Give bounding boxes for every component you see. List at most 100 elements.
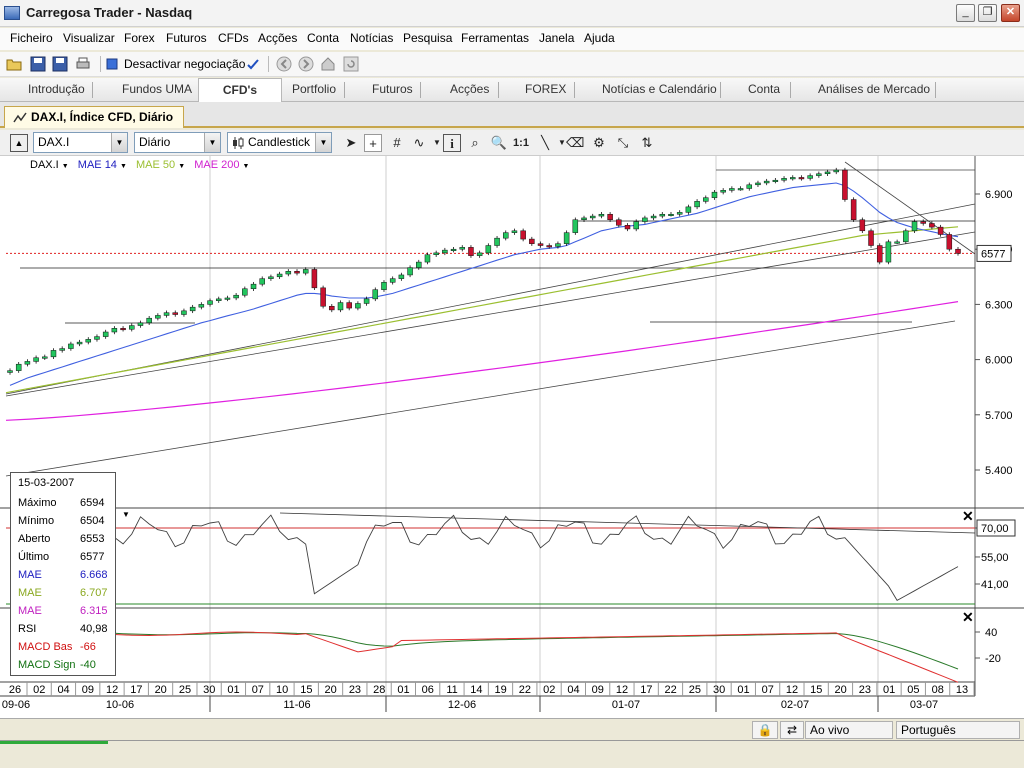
tab-noticias-calendario[interactable]: Notícias e Calendário (602, 82, 717, 96)
trendline (5, 320, 956, 477)
indicators-icon[interactable]: ∿ (410, 134, 428, 152)
candle-up (155, 315, 161, 319)
candle-up (94, 336, 100, 340)
close-rsi-panel-icon[interactable]: ✕ (962, 508, 974, 525)
menu-futuros[interactable]: Futuros (166, 31, 207, 45)
window-titlebar: Carregosa Trader - Nasdaq _ ❐ ✕ (0, 0, 1024, 27)
candle-up (50, 350, 57, 358)
chart-area[interactable]: 6.9006.6006.3006.0005.7005.400657770,005… (0, 156, 1024, 718)
legend-symbol[interactable]: DAX.I ▼ (30, 159, 69, 171)
chevron-down-icon: ▼ (178, 163, 186, 170)
zoom-area-icon[interactable]: ⌕ (466, 134, 484, 152)
candle-down (937, 226, 944, 235)
close-macd-panel-icon[interactable]: ✕ (962, 609, 974, 626)
menu-accoes[interactable]: Acções (258, 31, 297, 45)
eraser-icon[interactable]: ⌫ (566, 134, 584, 152)
tab-forex[interactable]: FOREX (525, 82, 566, 96)
menu-pesquisa[interactable]: Pesquisa (403, 31, 452, 45)
back-icon[interactable] (276, 56, 292, 72)
lock-icon[interactable]: 🔒 (752, 721, 778, 739)
menu-forex[interactable]: Forex (124, 31, 155, 45)
day-label: 01 (737, 684, 749, 696)
info-label: MACD Bas (18, 641, 73, 653)
tab-futuros[interactable]: Futuros (372, 82, 413, 96)
info-tool-icon[interactable]: i (443, 134, 461, 152)
candle-up (268, 276, 274, 279)
day-label: 30 (203, 684, 215, 696)
open-folder-icon[interactable] (6, 56, 22, 72)
document-tab[interactable]: DAX.I, Índice CFD, Diário (4, 106, 184, 128)
progress-indicator (0, 741, 108, 744)
deactivate-trading-button[interactable]: Desactivar negociação (124, 57, 245, 71)
chart-settings-icon[interactable]: ⚙ (590, 134, 608, 152)
legend-mae200[interactable]: MAE 200 ▼ (194, 159, 249, 171)
chart-line-icon (13, 112, 27, 123)
menu-conta[interactable]: Conta (307, 31, 339, 45)
menu-ferramentas[interactable]: Ferramentas (461, 31, 529, 45)
save-icon[interactable] (30, 56, 46, 72)
tab-accoes[interactable]: Acções (450, 82, 489, 96)
tab-cfds[interactable]: CFD's (198, 78, 282, 102)
legend-mae50[interactable]: MAE 50 ▼ (136, 159, 185, 171)
candle-up (276, 273, 283, 278)
candle-down (946, 234, 953, 250)
candle-up (894, 241, 900, 244)
forward-icon[interactable] (298, 56, 314, 72)
day-label: 19 (495, 684, 507, 696)
tab-separator (92, 82, 93, 98)
restore-button[interactable]: ❐ (978, 4, 997, 22)
day-label: 28 (373, 684, 385, 696)
chart-style-select[interactable]: Candlestick ▼ (227, 132, 332, 153)
price-chart[interactable]: 6.9006.6006.3006.0005.7005.400657770,005… (0, 156, 1024, 718)
refresh-icon[interactable] (343, 56, 359, 72)
language-status[interactable]: Português (896, 721, 1020, 739)
candle-up (572, 219, 579, 233)
trendline-tool-icon[interactable]: ╲ (536, 134, 554, 152)
info-row-high: Máximo 6594 (18, 497, 116, 515)
close-button[interactable]: ✕ (1001, 4, 1020, 22)
tab-conta[interactable]: Conta (748, 82, 780, 96)
candle-down (546, 245, 552, 248)
menu-janela[interactable]: Janela (539, 31, 574, 45)
crosshair-tool-icon[interactable]: + (364, 134, 382, 152)
candle-down (607, 213, 613, 221)
checkmark-icon[interactable] (245, 56, 261, 72)
grid-tool-icon[interactable]: # (388, 134, 406, 152)
tab-portfolio[interactable]: Portfolio (292, 82, 336, 96)
menu-cfds[interactable]: CFDs (218, 31, 249, 45)
legend-label: MAE 14 (77, 159, 117, 171)
home-icon[interactable] (320, 56, 336, 72)
save-as-icon[interactable] (52, 56, 68, 72)
tab-introducao[interactable]: Introdução (28, 82, 85, 96)
tab-fundos-uma[interactable]: Fundos UMA (122, 82, 192, 96)
legend-mae14[interactable]: MAE 14 ▼ (78, 159, 127, 171)
day-label: 12 (786, 684, 798, 696)
symbol-select[interactable]: DAX.I ▼ (33, 132, 128, 153)
measure-tool-icon[interactable]: ⤡ (614, 134, 632, 152)
day-label: 02 (33, 684, 45, 696)
print-icon[interactable] (75, 56, 91, 72)
day-label: 01 (227, 684, 239, 696)
tab-analises-mercado[interactable]: Análises de Mercado (818, 82, 930, 96)
day-label: 10 (276, 684, 288, 696)
chevron-down-icon: ▼ (204, 133, 220, 152)
menu-visualizar[interactable]: Visualizar (63, 31, 115, 45)
rsi-axis-label: 70,00 (981, 523, 1009, 535)
zoom-reset-button[interactable]: 1:1 (512, 134, 530, 152)
pointer-tool-icon[interactable]: ➤ (342, 134, 360, 152)
collapse-toolbar-button[interactable]: ▲ (10, 134, 28, 152)
minimize-button[interactable]: _ (956, 4, 975, 22)
trading-status-icon (106, 58, 118, 70)
menu-ajuda[interactable]: Ajuda (584, 31, 615, 45)
zoom-icon[interactable]: 🔍 (490, 134, 508, 152)
day-label: 20 (155, 684, 167, 696)
menu-ficheiro[interactable]: Ficheiro (10, 31, 53, 45)
info-row-mae14: MAE 6.668 (18, 569, 116, 587)
info-label: Máximo (18, 497, 57, 509)
chevron-down-icon[interactable]: ▼ (122, 510, 130, 519)
period-select[interactable]: Diário ▼ (134, 132, 221, 153)
trade-tool-icon[interactable]: ⇅ (638, 134, 656, 152)
candle-up (816, 173, 822, 176)
menu-noticias[interactable]: Notícias (350, 31, 393, 45)
connection-icon: ⇄ (780, 721, 804, 739)
